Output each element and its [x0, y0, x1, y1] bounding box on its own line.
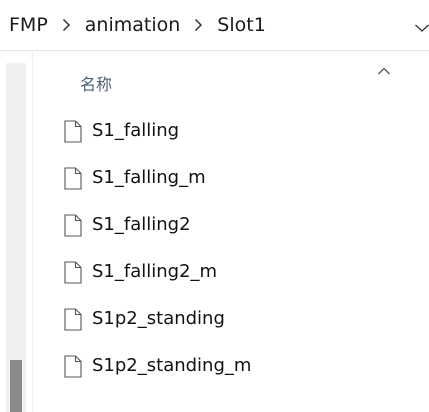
list-item[interactable]: S1_falling_m: [33, 156, 429, 202]
file-icon: [64, 355, 82, 378]
list-item[interactable]: S1_falling2_m: [33, 250, 429, 296]
list-item[interactable]: S1_falling2: [33, 203, 429, 249]
file-explorer-window: FMP animation Slot1 名称 S1_falling S1_fall…: [0, 0, 429, 412]
list-item[interactable]: S1_falling: [33, 109, 429, 155]
scrollbar-thumb[interactable]: [10, 360, 22, 412]
breadcrumb-item-slot1[interactable]: Slot1: [217, 14, 266, 36]
address-bar[interactable]: FMP animation Slot1: [0, 0, 429, 51]
chevron-up-icon: [377, 61, 391, 75]
list-item[interactable]: S1p2_standing_m: [33, 344, 429, 390]
breadcrumb-item-animation[interactable]: animation: [85, 14, 181, 36]
column-header-name[interactable]: 名称: [80, 71, 112, 95]
file-icon: [64, 308, 82, 331]
file-icon: [64, 120, 82, 143]
file-icon: [64, 261, 82, 284]
file-icon: [64, 167, 82, 190]
file-name: S1_falling2: [92, 214, 191, 235]
breadcrumb-item-fmp[interactable]: FMP: [9, 14, 48, 36]
list-item[interactable]: S1p2_standing: [33, 297, 429, 343]
file-name: S1_falling: [92, 120, 180, 141]
file-icon: [64, 214, 82, 237]
chevron-down-icon[interactable]: [414, 19, 429, 32]
file-name: S1_falling_m: [92, 167, 206, 188]
chevron-right-icon[interactable]: [61, 18, 71, 32]
file-name: S1p2_standing: [92, 308, 225, 329]
breadcrumb: FMP animation Slot1: [9, 10, 266, 40]
navigation-pane: [0, 51, 31, 412]
file-name: S1p2_standing_m: [92, 355, 252, 376]
file-name: S1_falling2_m: [92, 261, 218, 282]
column-header-row: 名称: [33, 51, 429, 113]
chevron-right-icon[interactable]: [193, 18, 203, 32]
